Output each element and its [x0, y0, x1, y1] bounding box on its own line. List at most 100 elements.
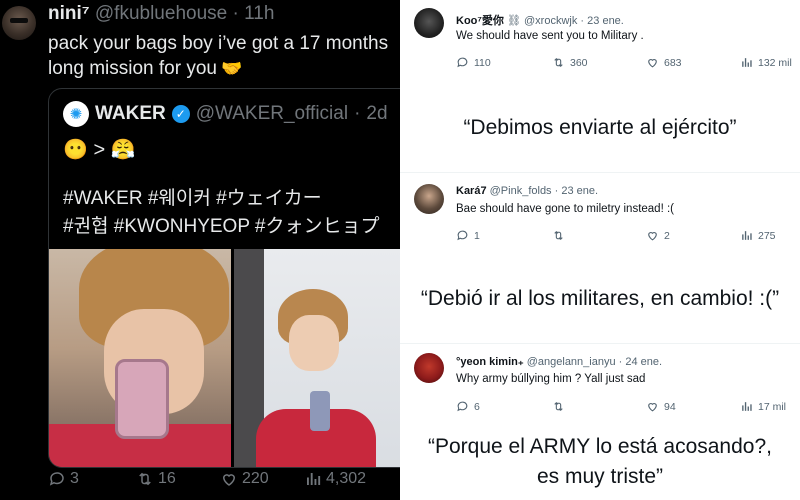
like-button[interactable]: 220 [220, 470, 269, 488]
reply-author-name[interactable]: °yeon kimin [456, 356, 518, 368]
quoted-emoji-line: 😶 > 😤 [63, 139, 136, 161]
translation-2: “Debió ir al los militares, en cambio! :… [420, 287, 780, 310]
avatar[interactable] [414, 353, 444, 383]
like-button[interactable]: 683 [646, 56, 682, 69]
hashtags-line-1[interactable]: #WAKER #웨이커 #ウェイカー [63, 185, 400, 213]
reply-header: Kará7 @Pink_folds · 23 ene. [456, 185, 598, 197]
reply-actions: 1 2 275 [456, 229, 796, 245]
retweet-count: 16 [158, 470, 176, 487]
reply-actions: 110 360 683 132 mil [456, 56, 796, 72]
reply-icon [457, 401, 468, 412]
avatar[interactable] [2, 6, 36, 40]
author-handle[interactable]: @fkubluehouse [95, 3, 227, 24]
tweet-time[interactable]: 11h [244, 3, 274, 24]
photo-phone [115, 359, 169, 439]
retweet-button[interactable]: 360 [552, 56, 588, 69]
reply-button[interactable]: 6 [456, 400, 480, 413]
avatar[interactable] [414, 8, 444, 38]
photo-face [289, 315, 339, 371]
retweet-button[interactable]: 16 [136, 470, 176, 488]
views-count: 4,302 [326, 470, 367, 487]
reply-icon [49, 472, 64, 486]
retweet-icon [139, 472, 151, 486]
quoted-hashtags: #WAKER #웨이커 #ウェイカー #권협 #KWONHYEOP #クォンヒョ… [63, 185, 400, 241]
reply-count: 110 [474, 56, 491, 69]
reply-header: Koo⁷愛你 ⛓ @xrockwjk · 23 ene. [456, 12, 624, 28]
like-count: 94 [664, 400, 676, 413]
views-count: 275 [758, 229, 776, 242]
reply-icon [457, 230, 468, 241]
photo-phone [310, 391, 330, 431]
reply-author-handle[interactable]: @xrockwjk [524, 15, 577, 27]
reply-count: 3 [70, 470, 79, 487]
reply-author-name[interactable]: Koo⁷愛你 [456, 15, 504, 27]
reply-author-name-suffix: ₊ [517, 356, 524, 368]
retweet-icon [554, 230, 563, 241]
like-button[interactable]: 2 [646, 229, 670, 242]
views-button[interactable]: 4,302 [304, 470, 366, 488]
reply-icon [457, 57, 468, 68]
tweet-body: pack your bags boy i’ve got a 17 months … [48, 33, 389, 79]
quoted-author-name[interactable]: WAKER [95, 103, 166, 125]
reply-author-name[interactable]: Kará7 [456, 185, 487, 197]
quoted-photo-2[interactable] [234, 249, 400, 467]
quoted-separator: · [354, 103, 361, 124]
reply-author-handle[interactable]: @angelann_ianyu [527, 356, 616, 368]
like-icon [648, 59, 657, 68]
verified-badge-icon: ✓ [171, 105, 190, 123]
like-icon [648, 232, 657, 241]
hashtags-line-2[interactable]: #권협 #KWONHYEOP #クォンヒョプ [63, 213, 400, 241]
author-name[interactable]: nini⁷ [48, 3, 90, 24]
retweet-icon [554, 401, 563, 412]
reply-separator: · [618, 356, 623, 368]
reply-button[interactable]: 110 [456, 56, 491, 69]
reply-author-handle[interactable]: @Pink_folds [490, 185, 552, 197]
retweet-icon [554, 57, 563, 68]
quoted-photo-1[interactable] [49, 249, 231, 467]
reply-text: Bae should have gone to miletry instead!… [456, 203, 674, 215]
views-count: 132 mil [758, 56, 792, 69]
replies-panel: Koo⁷愛你 ⛓ @xrockwjk · 23 ene. We should h… [400, 0, 800, 500]
reply-item[interactable]: °yeon kimin₊ @angelann_ianyu · 24 ene. W… [400, 343, 800, 425]
reply-count: 1 [474, 229, 480, 242]
like-button[interactable]: 94 [646, 400, 676, 413]
translation-1: “Debimos enviarte al ejército” [463, 116, 737, 139]
left-tweet-panel: nini⁷ @fkubluehouse · 11h pack your bags… [0, 0, 400, 500]
views-button[interactable]: 132 mil [740, 56, 792, 69]
tweet-header: nini⁷ @fkubluehouse · 11h [48, 3, 274, 25]
quoted-time[interactable]: 2d [366, 103, 387, 125]
reply-item[interactable]: Koo⁷愛你 ⛓ @xrockwjk · 23 ene. We should h… [400, 0, 800, 82]
avatar[interactable] [414, 184, 444, 214]
reply-count: 6 [474, 400, 480, 413]
tweet-actions: 3 16 220 4,302 [48, 470, 398, 492]
waker-logo-icon[interactable]: ✺ [63, 101, 89, 127]
retweet-button[interactable] [552, 400, 570, 413]
tweet-text: pack your bags boy i’ve got a 17 months … [48, 31, 398, 81]
views-icon [307, 473, 321, 485]
chain-badge-icon: ⛓ [506, 15, 521, 27]
like-icon [222, 474, 236, 486]
retweet-button[interactable] [552, 229, 570, 242]
views-icon [742, 402, 752, 411]
reply-header: °yeon kimin₊ @angelann_ianyu · 24 ene. [456, 355, 662, 368]
reply-text: Why army búllying him ? Yall just sad [456, 373, 646, 385]
retweet-count: 360 [570, 56, 588, 69]
reply-time[interactable]: 23 ene. [587, 15, 624, 27]
views-icon [742, 58, 752, 67]
reply-time[interactable]: 24 ene. [625, 356, 662, 368]
quoted-tweet[interactable]: ✺ WAKER ✓ @WAKER_official · 2d 😶 > 😤 #WA… [48, 88, 400, 468]
like-count: 220 [242, 470, 269, 487]
like-count: 683 [664, 56, 682, 69]
views-count: 17 mil [758, 400, 787, 413]
reply-separator: · [580, 15, 585, 27]
reply-item[interactable]: Kará7 @Pink_folds · 23 ene. Bae should h… [400, 172, 800, 254]
reply-actions: 6 94 17 mil [456, 400, 796, 416]
quoted-header: ✺ WAKER ✓ @WAKER_official · 2d [63, 101, 388, 127]
reply-button[interactable]: 3 [48, 470, 79, 488]
views-button[interactable]: 17 mil [740, 400, 786, 413]
handshake-icon: 🤝 [220, 59, 243, 78]
quoted-author-handle[interactable]: @WAKER_official [196, 103, 348, 125]
views-button[interactable]: 275 [740, 229, 776, 242]
reply-time[interactable]: 23 ene. [561, 185, 598, 197]
reply-button[interactable]: 1 [456, 229, 480, 242]
